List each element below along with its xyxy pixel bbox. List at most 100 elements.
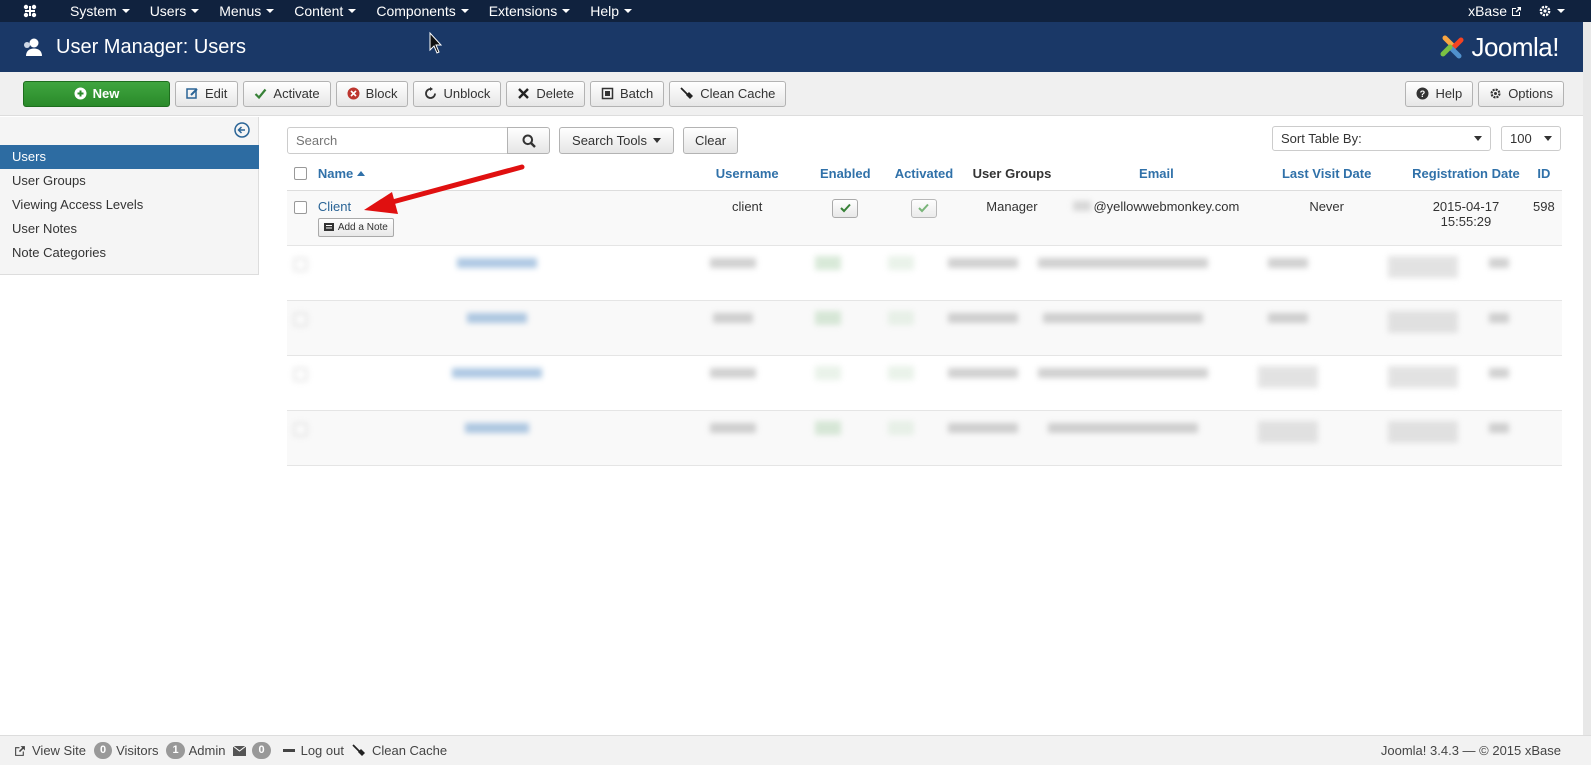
select-all-header (287, 158, 314, 191)
table-row (287, 355, 1562, 411)
username-column-header[interactable]: Username (693, 158, 801, 191)
sort-table-select[interactable]: Sort Table By: (1272, 126, 1491, 151)
vertical-scrollbar[interactable] (1583, 22, 1591, 735)
broom-icon (680, 86, 694, 99)
last-visit-column-header[interactable]: Last Visit Date (1247, 158, 1407, 191)
help-button[interactable]: ? Help (1405, 80, 1474, 107)
admin-count-badge: 1 (166, 742, 185, 759)
menu-extensions-label: Extensions (488, 3, 558, 19)
select-all-checkbox[interactable] (293, 166, 307, 180)
question-circle-icon: ? (1416, 87, 1429, 100)
menu-help-label: Help (590, 3, 619, 19)
sidebar-item-viewing-access-levels[interactable]: Viewing Access Levels (0, 193, 259, 217)
table-header-row: Name Username Enabled Activated User Gro… (287, 158, 1562, 191)
new-button[interactable]: New (23, 80, 170, 107)
chevron-down-icon (348, 9, 357, 13)
activated-column-header[interactable]: Activated (889, 158, 959, 191)
activate-button[interactable]: Activate (243, 80, 331, 107)
unblock-button[interactable]: Unblock (413, 80, 502, 107)
add-note-button[interactable]: Add a Note (317, 217, 394, 237)
help-button-label: Help (1435, 86, 1463, 101)
block-button[interactable]: Block (335, 80, 409, 107)
site-link[interactable]: xBase (1460, 3, 1530, 19)
table-row: Client Add a Note client Manager @yellow… (287, 190, 1562, 246)
chevron-down-icon (460, 9, 469, 13)
check-icon (918, 203, 930, 213)
add-note-label: Add a Note (337, 221, 388, 233)
sort-ascending-icon (356, 171, 365, 177)
chevron-down-icon (562, 9, 571, 13)
sidebar-item-note-categories[interactable]: Note Categories (0, 241, 259, 265)
search-input[interactable] (287, 127, 508, 154)
sort-select-value: Sort Table By: (1281, 131, 1362, 146)
list-limit-select[interactable]: 100 (1501, 126, 1561, 151)
registration-cell: 2015-04-17 15:55:29 (1406, 190, 1526, 246)
top-navbar: System Users Menus Content Components Ex… (0, 0, 1591, 22)
note-icon (323, 223, 334, 231)
clean-cache-button[interactable]: Clean Cache (669, 80, 787, 107)
view-site-label: View Site (32, 743, 86, 758)
batch-icon (601, 87, 614, 100)
blurred-row-content (287, 300, 1562, 356)
email-text: @yellowwebmonkey.com (1093, 198, 1240, 214)
menu-users[interactable]: Users (140, 3, 210, 19)
settings-menu[interactable] (1530, 4, 1573, 18)
plus-circle-icon (74, 87, 87, 100)
menu-system[interactable]: System (60, 3, 140, 19)
menu-menus[interactable]: Menus (209, 3, 284, 19)
admin-indicator: 1 Admin (166, 742, 225, 759)
messages-indicator[interactable]: 0 (233, 742, 274, 759)
options-button[interactable]: Options (1478, 80, 1564, 107)
collapse-sidebar-icon[interactable] (234, 122, 250, 138)
delete-icon (518, 88, 530, 99)
activated-cell (889, 190, 959, 246)
blurred-row-content (287, 245, 1562, 301)
batch-button[interactable]: Batch (590, 80, 665, 107)
enabled-toggle[interactable] (832, 198, 859, 218)
menu-content[interactable]: Content (284, 3, 366, 19)
registration-column-header[interactable]: Registration Date (1406, 158, 1526, 191)
menu-menus-label: Menus (219, 3, 262, 19)
enabled-column-header[interactable]: Enabled (800, 158, 890, 191)
sidebar-item-users[interactable]: Users (0, 145, 259, 169)
status-clean-cache-link[interactable]: Clean Cache (352, 743, 447, 758)
clear-button[interactable]: Clear (683, 127, 738, 154)
menu-extensions[interactable]: Extensions (479, 3, 580, 19)
registration-time: 15:55:29 (1440, 213, 1492, 229)
logout-link[interactable]: Log out (282, 743, 344, 758)
user-name-link[interactable]: Client (318, 199, 351, 214)
status-bar: View Site 0 Visitors 1 Admin 0 Log out C… (0, 735, 1591, 765)
sidebar-item-user-notes[interactable]: User Notes (0, 217, 259, 241)
activated-badge[interactable] (910, 198, 937, 218)
search-tools-button[interactable]: Search Tools (559, 127, 674, 154)
chevron-down-icon (266, 9, 275, 13)
joomla-logo-icon (1440, 35, 1464, 59)
menu-help[interactable]: Help (580, 3, 642, 19)
check-icon (255, 88, 267, 100)
name-column-header[interactable]: Name (313, 158, 694, 191)
delete-button[interactable]: Delete (506, 80, 585, 107)
view-site-link[interactable]: View Site (14, 743, 86, 758)
edit-button[interactable]: Edit (175, 80, 239, 107)
sidebar-item-user-groups[interactable]: User Groups (0, 169, 259, 193)
gear-icon (1539, 5, 1551, 17)
page-title: User Manager: Users (56, 35, 247, 58)
check-icon (840, 203, 851, 213)
options-button-label: Options (1508, 86, 1553, 101)
email-column-header[interactable]: Email (1065, 158, 1248, 191)
id-column-header[interactable]: ID (1525, 158, 1562, 191)
search-button[interactable] (507, 127, 550, 154)
table-row (287, 300, 1562, 356)
new-button-label: New (92, 86, 120, 101)
chevron-down-icon (624, 9, 632, 13)
messages-count-badge: 0 (252, 742, 271, 759)
last-visit-cell: Never (1247, 190, 1407, 246)
unblock-button-label: Unblock (443, 86, 491, 101)
joomla-logo-icon[interactable] (14, 0, 46, 22)
visitors-count-badge: 0 (93, 742, 113, 759)
broom-icon (352, 743, 365, 756)
menu-content-label: Content (294, 3, 344, 19)
table-row (287, 245, 1562, 301)
menu-components[interactable]: Components (366, 3, 478, 19)
row-checkbox[interactable] (293, 200, 307, 214)
